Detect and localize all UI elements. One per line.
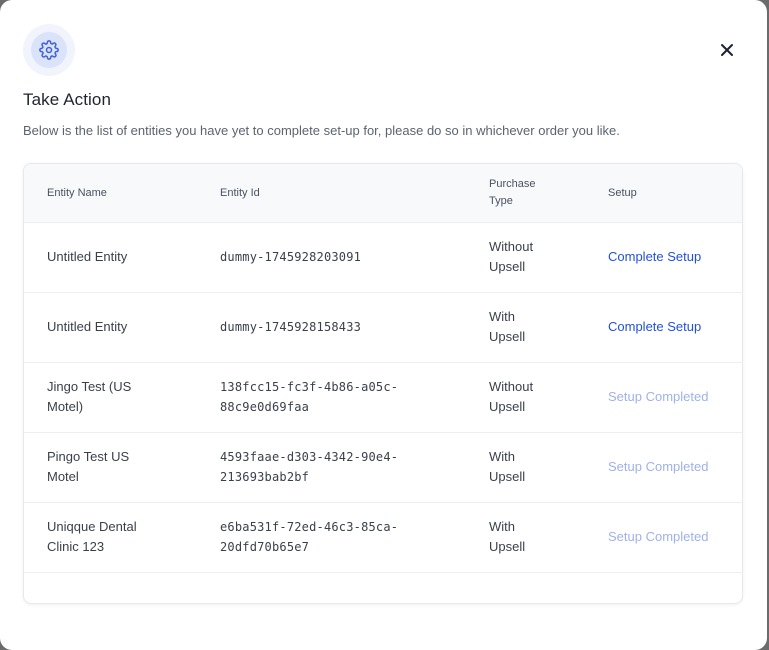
purchase-type: With Upsell <box>489 449 526 484</box>
gear-icon <box>39 40 59 60</box>
purchase-type: Without Upsell <box>489 239 534 274</box>
close-button[interactable] <box>716 39 738 61</box>
close-icon[interactable] <box>720 43 734 57</box>
entity-name: Uniqque Dental Clinic 123 <box>47 519 137 554</box>
modal-title: Take Action <box>23 90 112 109</box>
purchase-type: With Upsell <box>489 309 526 344</box>
setup-completed-status: Setup Completed <box>608 459 709 474</box>
table-row: Untitled Entity dummy-1745928158433 With… <box>24 293 742 363</box>
table-row: Pingo Test US Motel 4593faae-d303-4342-9… <box>24 433 742 503</box>
modal-subtitle: Below is the list of entities you have y… <box>23 123 620 138</box>
entity-name: Pingo Test US Motel <box>47 449 130 484</box>
take-action-modal: Take Action Below is the list of entitie… <box>0 0 767 650</box>
header-icon-badge <box>23 24 75 76</box>
complete-setup-link[interactable]: Complete Setup <box>608 317 738 337</box>
entities-table: Entity Name Entity Id Purchase Type Setu… <box>23 163 743 604</box>
column-header-setup: Setup <box>608 187 637 199</box>
entity-name: Untitled Entity <box>47 319 128 334</box>
entity-name: Jingo Test (US Motel) <box>47 379 132 414</box>
entity-id: dummy-1745928203091 <box>220 250 362 264</box>
table-row: Untitled Entity dummy-1745928203091 With… <box>24 223 742 293</box>
setup-completed-status: Setup Completed <box>608 389 709 404</box>
entity-id: e6ba531f-72ed-46c3-85ca-20dfd70b65e7 <box>220 520 399 554</box>
purchase-type: Without Upsell <box>489 379 534 414</box>
setup-completed-status: Setup Completed <box>608 529 709 544</box>
purchase-type: With Upsell <box>489 519 526 554</box>
table-row: Jingo Test (US Motel) 138fcc15-fc3f-4b86… <box>24 363 742 433</box>
column-header-entity-name: Entity Name <box>47 187 107 199</box>
table-header: Entity Name Entity Id Purchase Type Setu… <box>24 164 742 223</box>
entity-id: dummy-1745928158433 <box>220 320 362 334</box>
column-header-entity-id: Entity Id <box>220 187 260 199</box>
table-row: Uniqque Dental Clinic 123 e6ba531f-72ed-… <box>24 503 742 573</box>
column-header-purchase-type: Purchase Type <box>489 178 536 207</box>
complete-setup-link[interactable]: Complete Setup <box>608 247 738 267</box>
entity-id: 4593faae-d303-4342-90e4-213693bab2bf <box>220 450 399 484</box>
entity-id: 138fcc15-fc3f-4b86-a05c-88c9e0d69faa <box>220 380 399 414</box>
entity-name: Untitled Entity <box>47 249 128 264</box>
